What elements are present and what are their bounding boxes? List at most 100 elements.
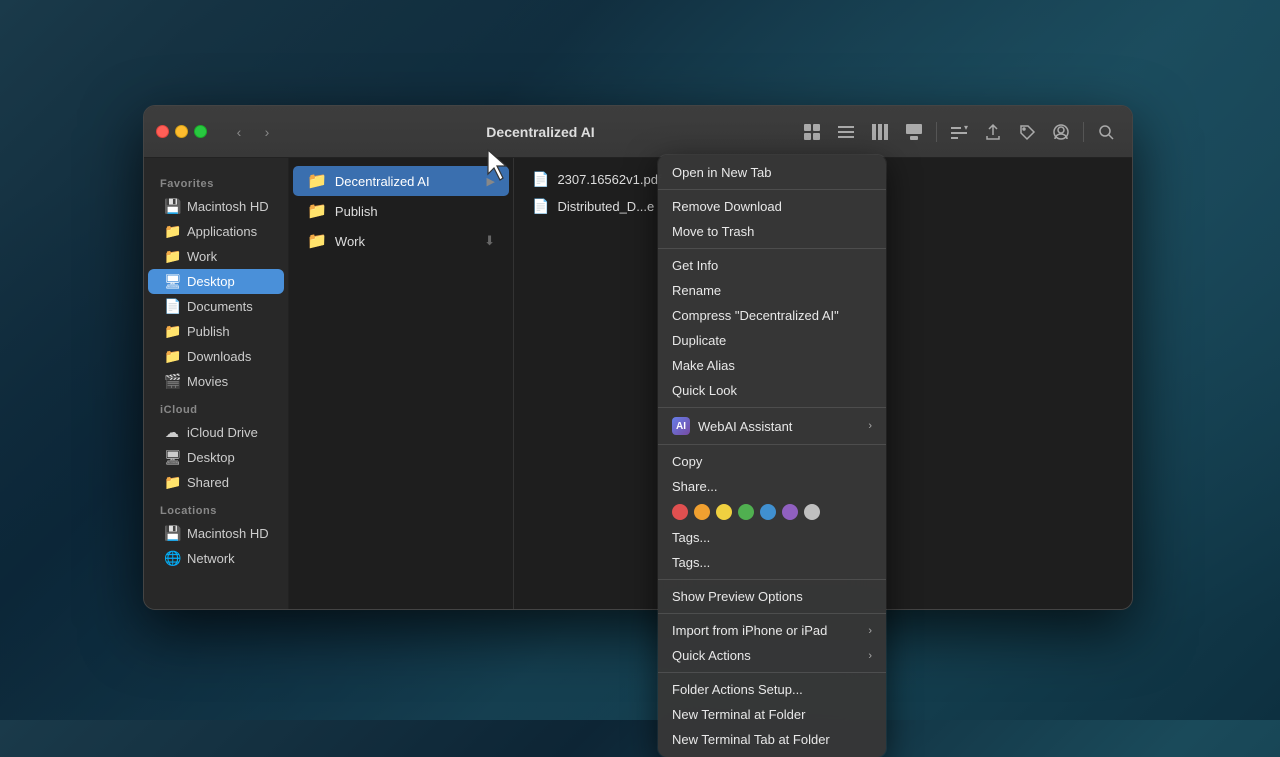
column-view-button[interactable] [866,118,894,146]
tag-color-gray[interactable] [804,504,820,520]
minimize-button[interactable] [175,125,188,138]
sidebar-item-desktop-fav[interactable]: 🖥 Desktop [148,269,284,294]
sidebar-item-work[interactable]: 📁 Work [148,244,284,269]
file-item-label: Distributed_D...e [557,199,654,214]
downloads-icon: 📁 [164,348,180,365]
sidebar-item-network[interactable]: 🌐 Network [148,546,284,571]
sidebar-item-shared[interactable]: 📁 Shared [148,470,284,495]
submenu-arrow-quick-actions: › [868,650,872,662]
sidebar-label: Movies [187,374,228,389]
hd-icon: 💾 [164,198,180,215]
account-button[interactable] [1047,118,1075,146]
tag-color-orange[interactable] [694,504,710,520]
submenu-arrow-import: › [868,625,872,637]
sidebar-label: Shared [187,475,229,490]
ctx-quick-actions[interactable]: Quick Actions › [658,643,886,668]
tag-color-red[interactable] [672,504,688,520]
sidebar-item-applications[interactable]: 📁 Applications [148,219,284,244]
ctx-separator-5 [658,579,886,580]
ctx-new-terminal-tab[interactable]: New Terminal Tab at Folder [658,727,886,752]
sidebar-item-icloud-drive[interactable]: ☁ iCloud Drive [148,420,284,445]
sidebar-item-macintosh-hd-fav[interactable]: 💾 Macintosh HD [148,194,284,219]
pdf-icon: 📄 [532,171,549,188]
search-button[interactable] [1092,118,1120,146]
folder-icon: 📁 [307,231,327,251]
ctx-tags-1[interactable]: Tags... [658,525,886,550]
tag-color-green[interactable] [738,504,754,520]
share-button[interactable] [979,118,1007,146]
documents-icon: 📄 [164,298,180,315]
ctx-webai-assistant[interactable]: AI WebAI Assistant › [658,412,886,440]
nav-arrows: ‹ › [227,120,279,144]
ctx-tags-2[interactable]: Tags... [658,550,886,575]
tag-color-yellow[interactable] [716,504,732,520]
sidebar-label: Macintosh HD [187,199,269,214]
ctx-quick-look[interactable]: Quick Look [658,378,886,403]
submenu-arrow-webai: › [868,420,872,432]
sidebar-item-movies[interactable]: 🎬 Movies [148,369,284,394]
desktop-icon: 🖥 [164,273,180,290]
ctx-tags-colors-row [658,499,886,525]
tag-color-purple[interactable] [782,504,798,520]
ctx-remove-download[interactable]: Remove Download [658,194,886,219]
back-button[interactable]: ‹ [227,120,251,144]
tag-color-blue[interactable] [760,504,776,520]
work-icon: 📁 [164,248,180,265]
ctx-folder-actions-setup[interactable]: Folder Actions Setup... [658,677,886,702]
forward-button[interactable]: › [255,120,279,144]
applications-icon: 📁 [164,223,180,240]
tag-button[interactable] [1013,118,1041,146]
ctx-move-to-trash[interactable]: Move to Trash [658,219,886,244]
maximize-button[interactable] [194,125,207,138]
icloud-section-label: iCloud [144,394,288,420]
file-item-decentralized-ai[interactable]: 📁 Decentralized AI ▶ [293,166,509,196]
ctx-rename[interactable]: Rename [658,278,886,303]
desktop-icloud-icon: 🖥 [164,449,180,466]
sidebar-label: Desktop [187,450,235,465]
folder-icon: 📁 [307,171,327,191]
doc-icon: 📄 [532,198,549,215]
webai-icon: AI [672,417,690,435]
sidebar-label: Downloads [187,349,251,364]
sidebar-item-downloads[interactable]: 📁 Downloads [148,344,284,369]
ctx-open-new-tab[interactable]: Open in New Tab [658,160,886,185]
movies-icon: 🎬 [164,373,180,390]
finder-window: ‹ › Decentralized AI [143,105,1133,610]
ctx-show-preview[interactable]: Show Preview Options [658,584,886,609]
ctx-separator-1 [658,189,886,190]
ctx-import-iphone[interactable]: Import from iPhone or iPad › [658,618,886,643]
gallery-view-button[interactable] [900,118,928,146]
ctx-separator-7 [658,672,886,673]
sidebar-item-macintosh-hd-loc[interactable]: 💾 Macintosh HD [148,521,284,546]
cloud-sync-icon: ⬇ [484,233,495,249]
ctx-get-info[interactable]: Get Info [658,253,886,278]
group-button[interactable]: ▾ [945,118,973,146]
sidebar-label: Desktop [187,274,235,289]
file-item-work[interactable]: 📁 Work ⬇ [293,226,509,256]
toolbar-divider-2 [1083,122,1084,142]
toolbar-divider [936,122,937,142]
ctx-make-alias[interactable]: Make Alias [658,353,886,378]
sidebar-label: Network [187,551,235,566]
publish-icon: 📁 [164,323,180,340]
network-icon: 🌐 [164,550,180,567]
file-item-label: Decentralized AI [335,174,430,189]
sidebar-item-publish-fav[interactable]: 📁 Publish [148,319,284,344]
ctx-share[interactable]: Share... [658,474,886,499]
ctx-new-terminal[interactable]: New Terminal at Folder [658,702,886,727]
list-view-button[interactable] [832,118,860,146]
icon-view-button[interactable] [798,118,826,146]
close-button[interactable] [156,125,169,138]
title-bar: ‹ › Decentralized AI [144,106,1132,158]
ctx-compress[interactable]: Compress "Decentralized AI" [658,303,886,328]
ctx-copy[interactable]: Copy [658,449,886,474]
sidebar: Favorites 💾 Macintosh HD 📁 Applications … [144,158,289,609]
file-item-label: Work [335,234,365,249]
expand-arrow: ▶ [487,175,495,188]
sidebar-item-documents[interactable]: 📄 Documents [148,294,284,319]
locations-section-label: Locations [144,495,288,521]
ctx-duplicate[interactable]: Duplicate [658,328,886,353]
sidebar-item-desktop-icloud[interactable]: 🖥 Desktop [148,445,284,470]
file-item-publish[interactable]: 📁 Publish [293,196,509,226]
ctx-separator-3 [658,407,886,408]
